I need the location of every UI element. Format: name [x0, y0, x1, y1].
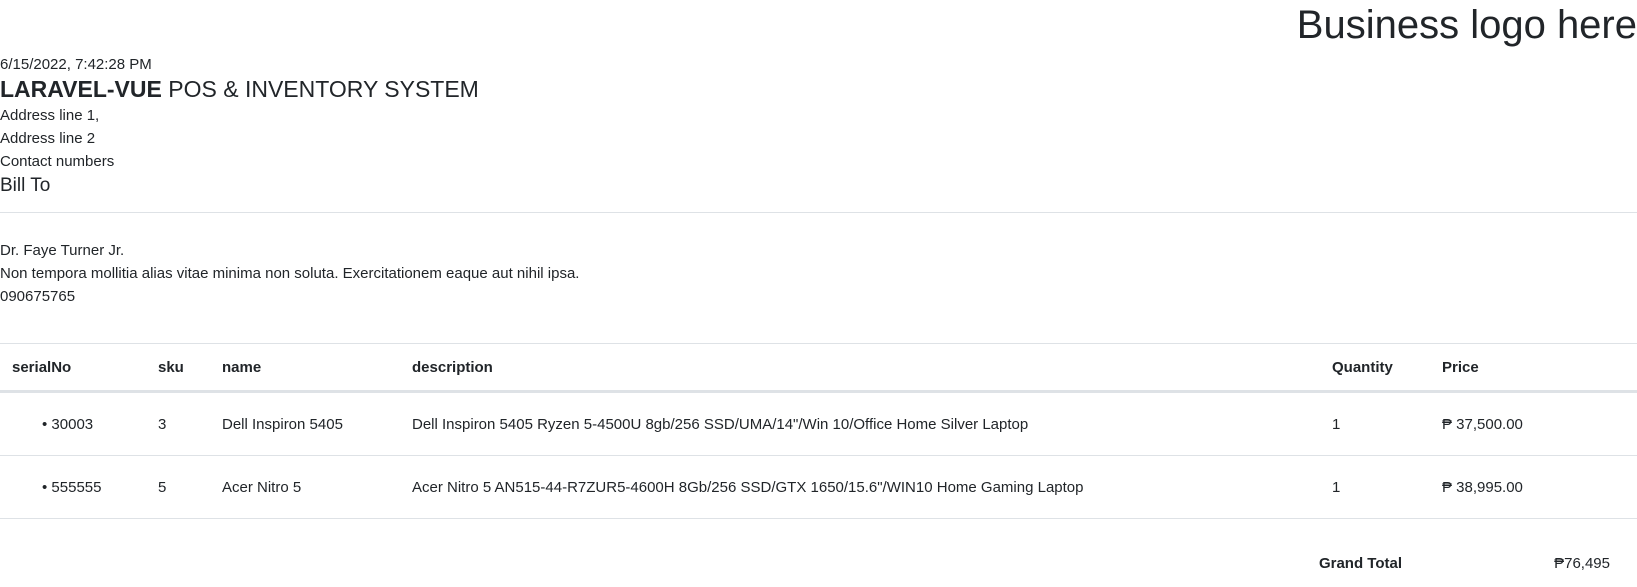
- customer-details: Dr. Faye Turner Jr. Non tempora mollitia…: [0, 239, 579, 308]
- company-contact: Contact numbers: [0, 153, 115, 170]
- business-logo: Business logo here: [1296, 3, 1637, 47]
- cell-price: ₱ 37,500.00: [1430, 391, 1637, 456]
- cell-name: Dell Inspiron 5405: [210, 391, 400, 456]
- grand-total-value: ₱76,495: [1554, 555, 1610, 572]
- cell-description: Dell Inspiron 5405 Ryzen 5-4500U 8gb/256…: [400, 391, 1320, 456]
- company-name-bold: LARAVEL-VUE: [0, 76, 162, 102]
- cell-description: Acer Nitro 5 AN515-44-R7ZUR5-4600H 8Gb/2…: [400, 455, 1320, 519]
- cell-price: ₱ 38,995.00: [1430, 455, 1637, 519]
- customer-name: Dr. Faye Turner Jr.: [0, 242, 125, 259]
- company-name: LARAVEL-VUE POS & INVENTORY SYSTEM: [0, 74, 479, 104]
- company-name-rest: POS & INVENTORY SYSTEM: [161, 76, 479, 102]
- cell-sku: 3: [146, 391, 210, 456]
- customer-address: Non tempora mollitia alias vitae minima …: [0, 265, 580, 282]
- column-header-serialno: serialNo: [0, 343, 146, 393]
- company-address-line-2: Address line 2: [0, 130, 96, 147]
- cell-serialno: • 30003: [0, 391, 146, 456]
- invoice-timestamp: 6/15/2022, 7:42:28 PM: [0, 56, 152, 73]
- column-header-description: description: [400, 343, 1320, 393]
- column-header-price: Price: [1430, 343, 1637, 393]
- company-address-line-1: Address line 1,: [0, 107, 100, 124]
- cell-name: Acer Nitro 5: [210, 455, 400, 519]
- column-header-name: name: [210, 343, 400, 393]
- customer-phone: 090675765: [0, 288, 76, 305]
- table-row: • 30003 3 Dell Inspiron 5405 Dell Inspir…: [0, 391, 1637, 456]
- table-header-row: serialNo sku name description Quantity P…: [0, 343, 1637, 393]
- grand-total-label: Grand Total: [1318, 555, 1402, 572]
- cell-quantity: 1: [1320, 391, 1430, 456]
- invoice-header: 6/15/2022, 7:42:28 PM LARAVEL-VUE POS & …: [0, 56, 479, 198]
- cell-quantity: 1: [1320, 455, 1430, 519]
- column-header-sku: sku: [146, 343, 210, 393]
- bill-to-label: Bill To: [0, 175, 51, 196]
- cell-serialno: • 555555: [0, 455, 146, 519]
- cell-sku: 5: [146, 455, 210, 519]
- bill-to-divider: [0, 212, 1637, 213]
- column-header-quantity: Quantity: [1320, 343, 1430, 393]
- table-row: • 555555 5 Acer Nitro 5 Acer Nitro 5 AN5…: [0, 455, 1637, 519]
- items-table: serialNo sku name description Quantity P…: [0, 343, 1637, 519]
